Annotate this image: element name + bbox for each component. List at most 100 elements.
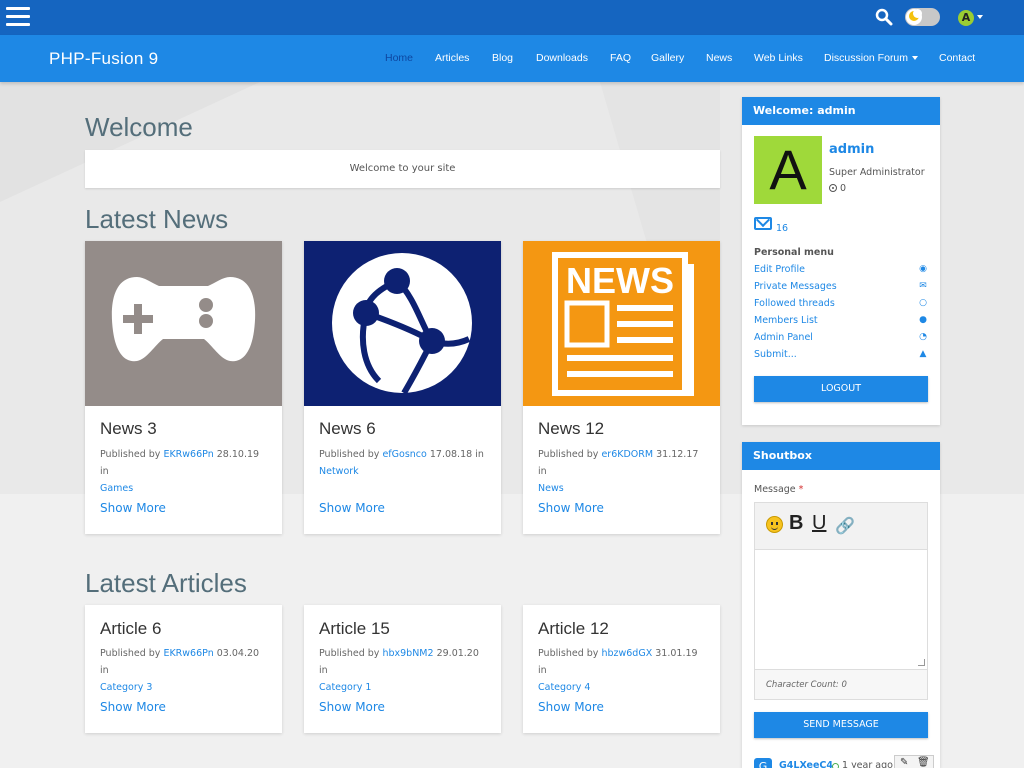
nav-articles[interactable]: Articles (435, 52, 469, 64)
nav-discussion-forum[interactable]: Discussion Forum (824, 52, 919, 64)
theme-toggle[interactable] (905, 8, 940, 26)
main-navbar: PHP-Fusion 9 Home Articles Blog Download… (0, 35, 1024, 82)
article-title[interactable]: Article 6 (100, 619, 161, 639)
avatar[interactable]: A (754, 136, 822, 204)
shout-time[interactable]: 1 year ago (842, 760, 893, 768)
reputation-value: 0 (840, 183, 847, 194)
users-icon: ● (919, 315, 927, 325)
cloud-upload-icon: ▲ (919, 349, 927, 359)
newspaper-icon[interactable]: NEWS (523, 241, 720, 406)
category-link[interactable]: Category 4 (538, 682, 590, 693)
comment-icon: ○ (919, 298, 927, 308)
article-card: Article 12 Published by hbzw6dGX 31.01.1… (523, 605, 720, 733)
post-date: 17.08.18 (429, 449, 473, 460)
show-more-link[interactable]: Show More (319, 501, 385, 515)
category-link[interactable]: Category 1 (319, 682, 371, 693)
show-more-link[interactable]: Show More (100, 501, 166, 515)
moon-icon-cut (913, 9, 922, 18)
article-title[interactable]: Article 15 (319, 619, 390, 639)
published-by-label: Published by (538, 648, 599, 659)
send-message-button[interactable]: SEND MESSAGE (754, 712, 928, 738)
menu-admin-panel[interactable]: Admin Panel (754, 332, 813, 343)
show-more-link[interactable]: Show More (538, 700, 604, 714)
post-date: 03.04.20 (216, 648, 260, 659)
published-by-label: Published by (100, 449, 161, 460)
news-title[interactable]: News 6 (319, 419, 376, 439)
user-role: Super Administrator (829, 167, 925, 178)
category-link[interactable]: News (538, 483, 564, 494)
menu-edit-profile[interactable]: Edit Profile (754, 264, 805, 275)
editor-toolbar: B U 🔗 (755, 503, 927, 550)
author-link[interactable]: hbzw6dGX (601, 648, 652, 659)
caret-down-icon (912, 56, 919, 61)
show-more-link[interactable]: Show More (538, 501, 604, 515)
latest-articles-title: Latest Articles (85, 568, 247, 598)
news-title[interactable]: News 12 (538, 419, 604, 439)
news-meta: Published by EKRw66Pn 28.10.19 in Games (100, 446, 270, 497)
news-word: NEWS (566, 260, 674, 301)
message-input[interactable] (755, 551, 927, 669)
link-icon[interactable]: 🔗 (835, 516, 855, 535)
in-label: in (100, 466, 109, 477)
show-more-link[interactable]: Show More (319, 700, 385, 714)
edit-icon[interactable]: ✎ (900, 757, 908, 768)
logout-button[interactable]: LOGOUT (754, 376, 928, 402)
trash-icon[interactable]: 🗑 (917, 757, 930, 768)
resize-handle[interactable] (918, 659, 925, 666)
category-link[interactable]: Games (100, 483, 133, 494)
messages-count[interactable]: 16 (776, 223, 788, 234)
news-meta: Published by efGosnco 17.08.18 in Networ… (319, 446, 489, 480)
nav-faq[interactable]: FAQ (610, 52, 631, 64)
article-meta: Published by EKRw66Pn 03.04.20 in Catego… (100, 645, 270, 696)
globe-network-icon[interactable] (304, 241, 501, 406)
search-icon[interactable] (875, 8, 893, 26)
shout-username[interactable]: G4LXeeC4 (779, 760, 833, 768)
message-label: Message * (754, 484, 803, 495)
news-title[interactable]: News 3 (100, 419, 157, 439)
in-label: in (538, 466, 547, 477)
menu-submit[interactable]: Submit... (754, 349, 797, 360)
in-label: in (100, 665, 109, 676)
nav-contact[interactable]: Contact (939, 52, 975, 64)
envelope-icon[interactable] (754, 217, 772, 230)
message-label-text: Message (754, 484, 796, 495)
category-link[interactable]: Category 3 (100, 682, 152, 693)
hamburger-icon[interactable] (6, 7, 30, 27)
gamepad-icon[interactable] (85, 241, 282, 406)
user-panel-title: Welcome: admin (742, 97, 940, 125)
post-date: 31.01.19 (655, 648, 698, 659)
site-brand[interactable]: PHP-Fusion 9 (49, 49, 158, 69)
article-title[interactable]: Article 12 (538, 619, 609, 639)
nav-downloads[interactable]: Downloads (536, 52, 588, 64)
menu-members-list[interactable]: Members List (754, 315, 818, 326)
show-more-link[interactable]: Show More (100, 700, 166, 714)
author-link[interactable]: EKRw66Pn (163, 648, 213, 659)
underline-button[interactable]: U (812, 512, 826, 535)
nav-gallery[interactable]: Gallery (651, 52, 684, 64)
in-label: in (538, 665, 547, 676)
username-link[interactable]: admin (829, 142, 874, 157)
published-by-label: Published by (100, 648, 161, 659)
author-link[interactable]: EKRw66Pn (163, 449, 213, 460)
news-meta: Published by er6KDORM 31.12.17 in News (538, 446, 708, 497)
smiley-icon[interactable] (766, 516, 783, 533)
nav-blog[interactable]: Blog (492, 52, 513, 64)
author-link[interactable]: hbx9bNM2 (382, 648, 433, 659)
avatar[interactable]: G (754, 758, 772, 768)
category-link[interactable]: Network (319, 466, 359, 477)
menu-followed-threads[interactable]: Followed threads (754, 298, 835, 309)
bold-button[interactable]: B (789, 512, 803, 535)
nav-home[interactable]: Home (385, 52, 413, 64)
user-avatar[interactable]: A (958, 10, 974, 26)
chevron-down-icon[interactable] (977, 15, 983, 19)
author-link[interactable]: er6KDORM (601, 449, 653, 460)
author-link[interactable]: efGosnco (382, 449, 426, 460)
article-meta: Published by hbx9bNM2 29.01.20 in Catego… (319, 645, 489, 696)
character-count: Character Count: 0 (766, 680, 847, 690)
latest-news-title: Latest News (85, 204, 229, 234)
nav-discussion-forum-label: Discussion Forum (824, 52, 909, 64)
menu-private-messages[interactable]: Private Messages (754, 281, 837, 292)
welcome-title: Welcome (85, 112, 193, 142)
nav-web-links[interactable]: Web Links (754, 52, 803, 64)
nav-news[interactable]: News (706, 52, 732, 64)
